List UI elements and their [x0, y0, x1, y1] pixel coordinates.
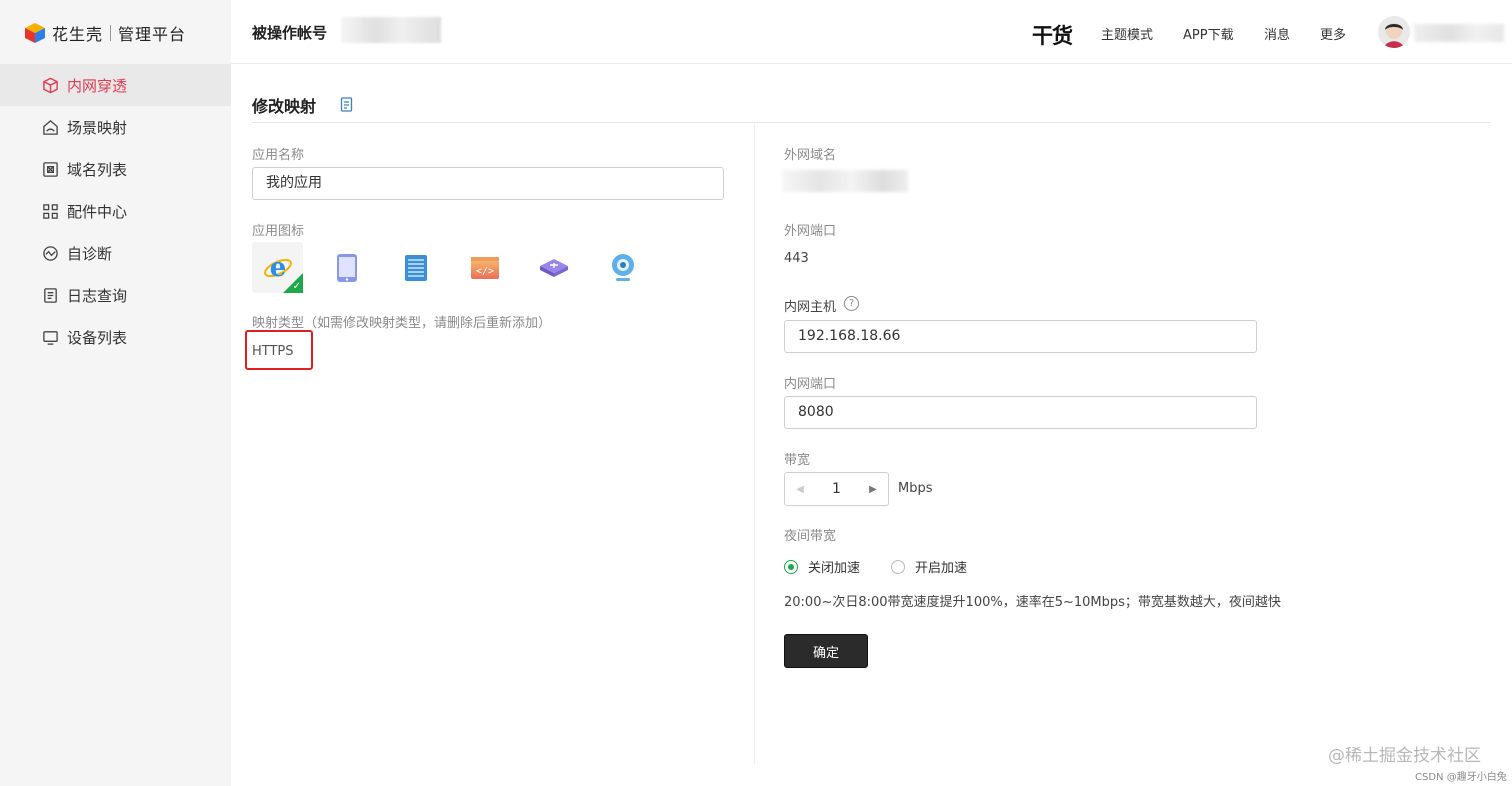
app-icon-label: 应用图标 — [252, 224, 305, 239]
app-icon-option-server[interactable] — [390, 242, 441, 293]
sidebar: 花生壳 管理平台 内网穿透 场景映射 域名列表 配件中心 自诊断 日志查询 设备… — [0, 0, 231, 786]
column-divider — [754, 124, 755, 764]
ext-domain-redacted — [782, 170, 908, 192]
log-icon — [41, 286, 59, 304]
sidebar-item-accessories[interactable]: 配件中心 — [0, 190, 231, 232]
brand-name: 花生壳 — [52, 25, 104, 44]
cube-icon — [41, 76, 59, 94]
mapping-type-label: 映射类型（如需修改映射类型，请删除后重新添加） — [252, 316, 552, 331]
sidebar-item-devices[interactable]: 设备列表 — [0, 316, 231, 358]
triangle-left-icon: ◀ — [796, 483, 804, 495]
help-icon[interactable]: ? — [844, 296, 859, 311]
confirm-button[interactable]: 确定 — [784, 634, 868, 668]
code-icon: </> — [470, 256, 499, 279]
brand-logo[interactable]: 花生壳 管理平台 — [24, 20, 186, 46]
domain-icon — [41, 160, 59, 178]
radio-label: 关闭加速 — [808, 561, 861, 576]
int-host-label: 内网主机 — [784, 300, 837, 315]
scene-icon — [41, 118, 59, 136]
sidebar-item-intranet[interactable]: 内网穿透 — [0, 64, 231, 106]
grid-icon — [41, 202, 59, 220]
triangle-right-icon: ▶ — [869, 483, 877, 495]
ganhuo-link[interactable]: 干货 — [1032, 20, 1073, 50]
bandwidth-label: 带宽 — [784, 453, 811, 468]
more-link[interactable]: 更多 — [1320, 24, 1346, 43]
sidebar-item-label: 场景映射 — [67, 118, 128, 137]
int-port-input[interactable]: 8080 — [784, 396, 1257, 429]
sidebar-item-label: 内网穿透 — [67, 76, 128, 95]
app-icon-option-ie[interactable]: e ✓ — [252, 242, 303, 293]
radio-accel-on[interactable]: 开启加速 — [891, 557, 967, 576]
decrement-button[interactable]: ◀ — [785, 473, 815, 505]
sidebar-item-domains[interactable]: 域名列表 — [0, 148, 231, 190]
title-divider — [252, 122, 1491, 123]
check-icon: ✓ — [292, 281, 301, 292]
username-redacted — [1414, 24, 1504, 42]
app-icon-option-router[interactable] — [528, 242, 579, 293]
document-icon[interactable] — [340, 97, 354, 112]
int-port-label: 内网端口 — [784, 377, 837, 392]
bandwidth-value[interactable]: 1 — [815, 481, 858, 497]
night-bandwidth-label: 夜间带宽 — [784, 529, 837, 544]
sidebar-item-label: 域名列表 — [67, 160, 128, 179]
page-title: 修改映射 — [252, 97, 317, 116]
avatar[interactable] — [1378, 16, 1410, 48]
messages-link[interactable]: 消息 — [1264, 24, 1290, 43]
brand-subtitle: 管理平台 — [118, 25, 187, 44]
sidebar-item-diagnose[interactable]: 自诊断 — [0, 232, 231, 274]
brand-divider — [110, 25, 112, 41]
radio-accel-off[interactable]: 关闭加速 — [784, 557, 860, 576]
sidebar-item-label: 设备列表 — [67, 328, 128, 347]
sidebar-nav: 内网穿透 场景映射 域名列表 配件中心 自诊断 日志查询 设备列表 — [0, 64, 231, 358]
app-icon-option-code[interactable]: </> — [459, 242, 510, 293]
radio-unchecked-icon — [891, 559, 905, 574]
operated-account-label: 被操作帐号 — [252, 24, 328, 42]
highlight-annotation-box — [245, 330, 313, 370]
svg-text:</>: </> — [475, 266, 493, 277]
sidebar-item-label: 自诊断 — [67, 244, 113, 263]
tablet-icon — [336, 253, 357, 282]
webcam-icon — [611, 253, 634, 281]
diagnose-icon — [41, 244, 59, 262]
app-icon-option-tablet[interactable] — [321, 242, 372, 293]
sidebar-item-scene[interactable]: 场景映射 — [0, 106, 231, 148]
user-avatar-icon — [1378, 16, 1410, 48]
app-icon-picker: e ✓ </> — [252, 242, 666, 293]
router-icon — [539, 258, 568, 277]
ext-domain-label: 外网域名 — [784, 148, 837, 163]
night-bandwidth-hint: 20:00~次日8:00带宽速度提升100%，速率在5~10Mbps；带宽基数越… — [784, 595, 1281, 610]
server-icon — [404, 254, 427, 281]
account-name-redacted — [341, 17, 441, 43]
peanut-shell-logo-icon — [25, 23, 45, 43]
watermark-csdn: CSDN @趣牙小白兔 — [1415, 772, 1507, 783]
app-download-link[interactable]: APP下载 — [1183, 24, 1234, 43]
monitor-icon — [41, 328, 59, 346]
sidebar-item-logs[interactable]: 日志查询 — [0, 274, 231, 316]
app-icon-option-webcam[interactable] — [597, 242, 648, 293]
int-host-input[interactable]: 192.168.18.66 — [784, 320, 1257, 353]
radio-checked-icon — [784, 559, 798, 574]
sidebar-item-label: 配件中心 — [67, 202, 128, 221]
increment-button[interactable]: ▶ — [858, 473, 888, 505]
app-name-input[interactable]: 我的应用 — [252, 167, 724, 200]
ext-port-label: 外网端口 — [784, 224, 837, 239]
top-header: 被操作帐号 干货 主题模式 APP下载 消息 更多 — [231, 0, 1512, 64]
watermark: @稀土掘金技术社区 — [1328, 746, 1481, 766]
sidebar-item-label: 日志查询 — [67, 286, 128, 305]
bandwidth-stepper: ◀ 1 ▶ — [784, 472, 889, 506]
ext-port-value: 443 — [784, 251, 809, 266]
bandwidth-unit: Mbps — [898, 481, 933, 496]
theme-mode-link[interactable]: 主题模式 — [1101, 24, 1153, 43]
app-name-label: 应用名称 — [252, 148, 305, 163]
radio-label: 开启加速 — [915, 561, 968, 576]
